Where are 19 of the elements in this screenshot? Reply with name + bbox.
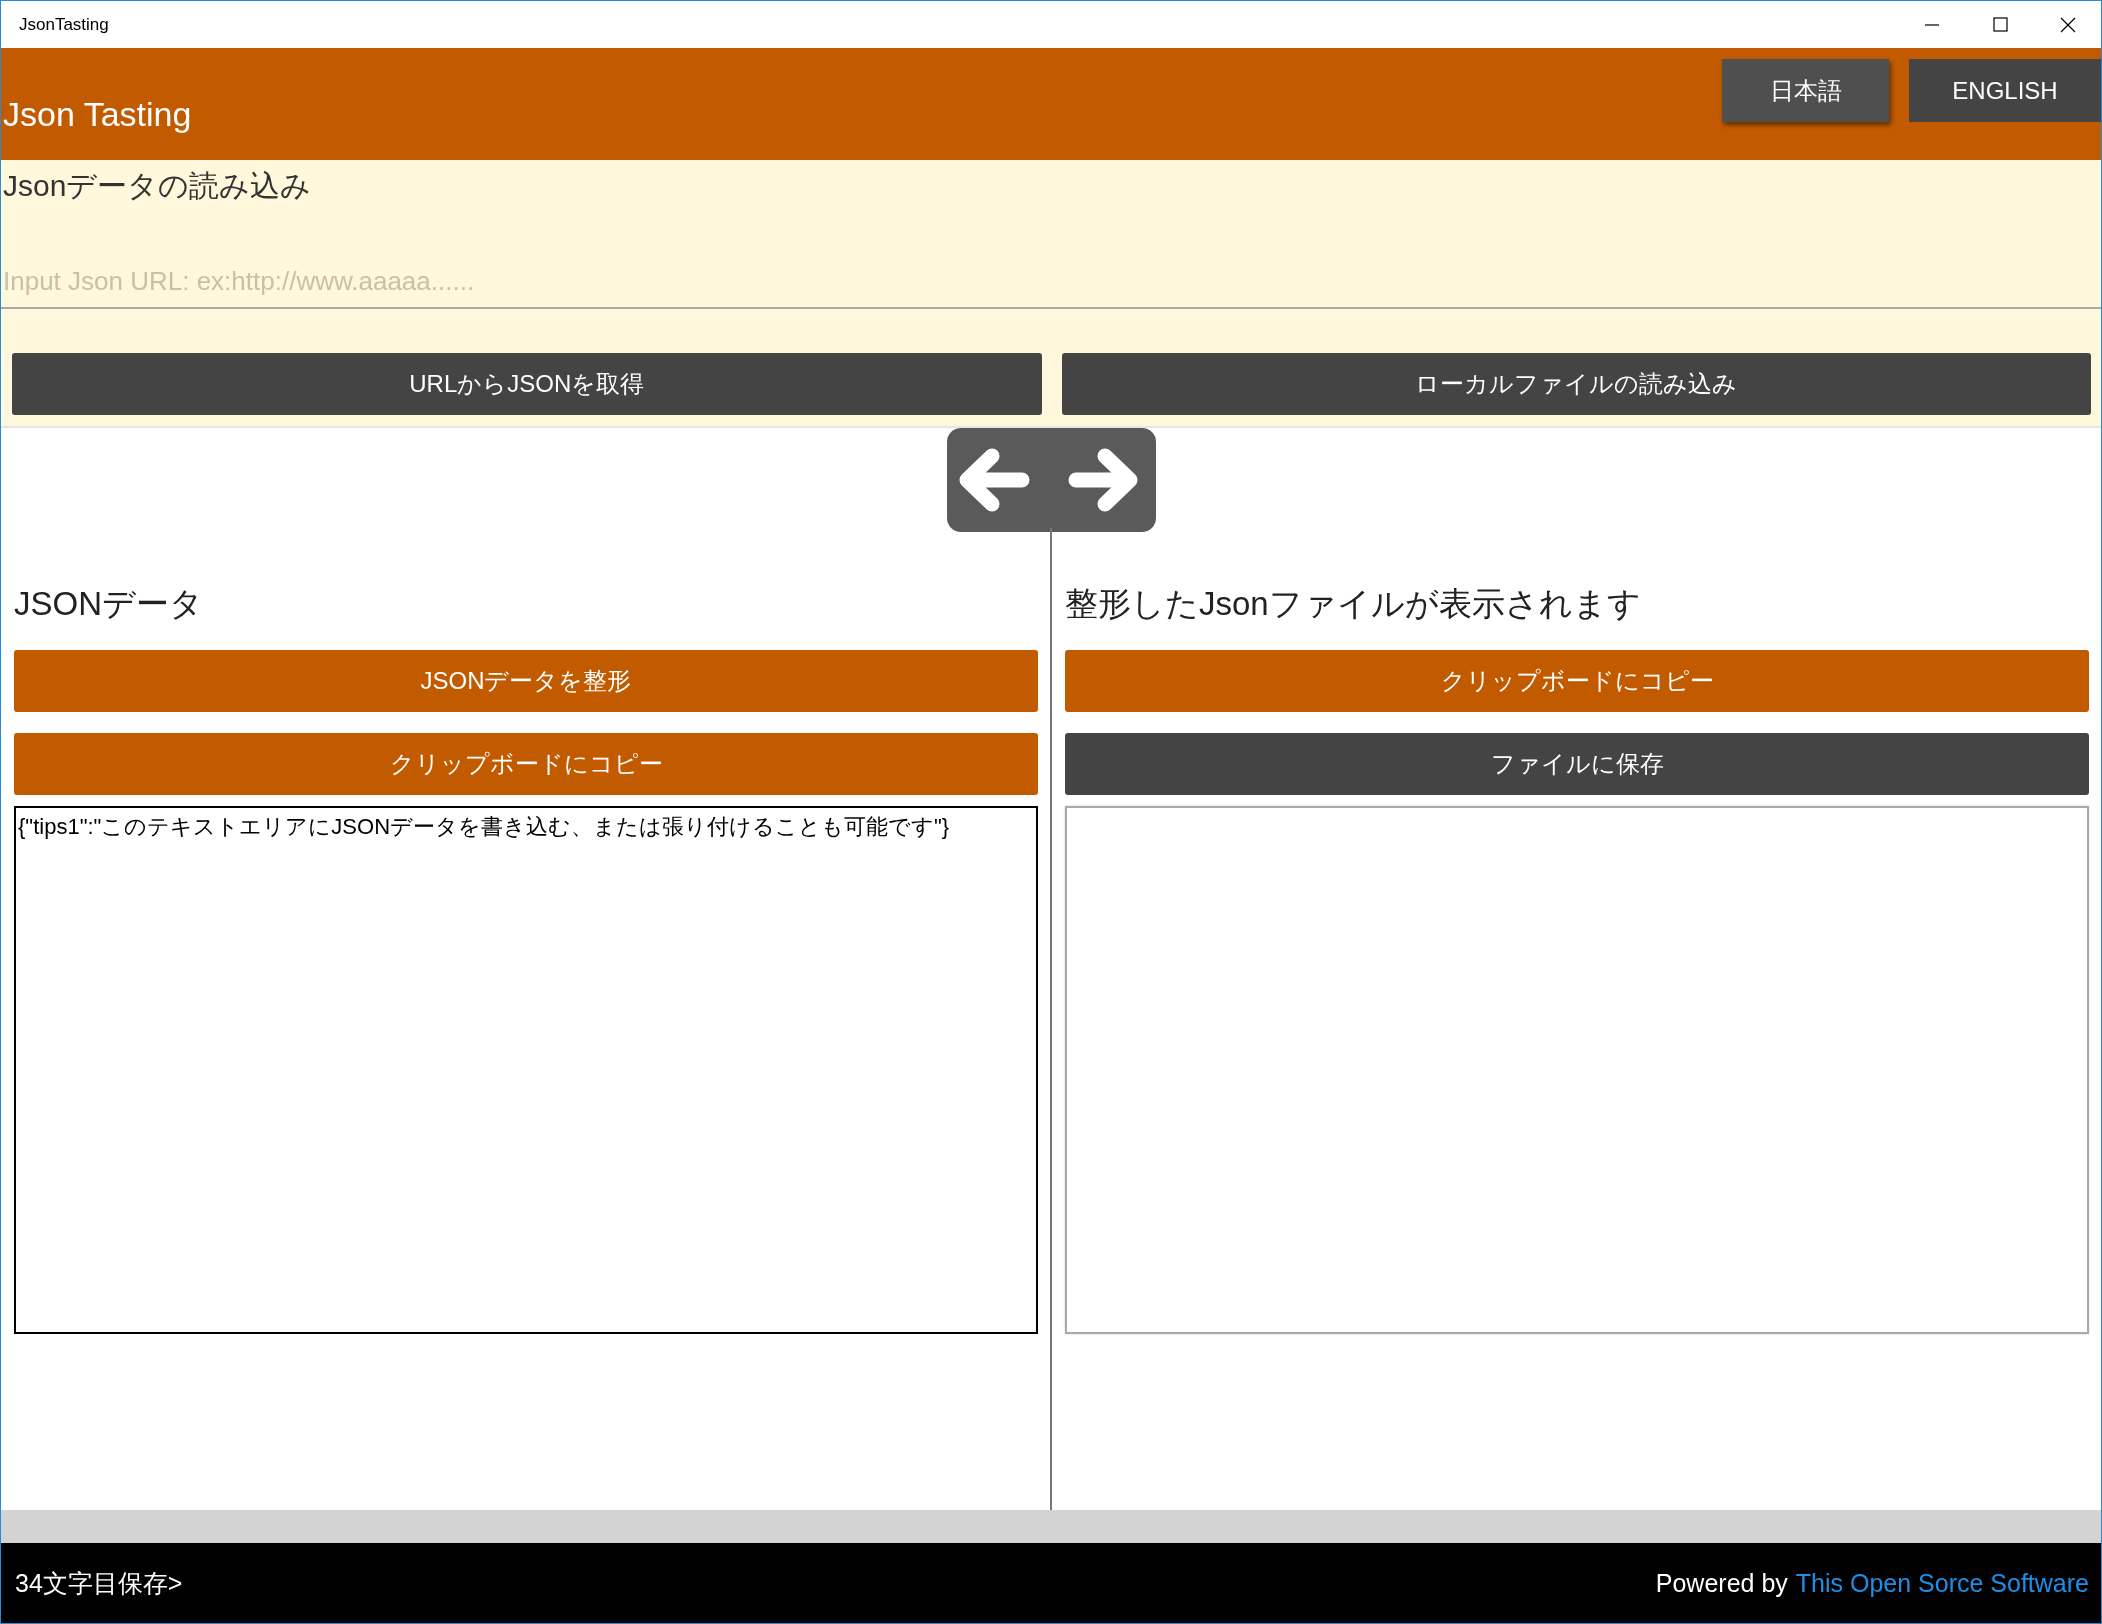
status-text: 34文字目保存> [15, 1567, 183, 1599]
section-heading: Jsonデータの読み込み [3, 168, 313, 204]
app-title: Json Tasting [3, 95, 192, 134]
language-button[interactable]: ENGLISH [1909, 59, 2101, 122]
url-text-input[interactable]: Input Json URL: ex:http://www.aaaaa...... [3, 266, 2099, 297]
json-text-area[interactable]: {"tips1":"このテキストエリアにJSONデータを書き込む、または張り付けることも可能です"} [14, 806, 1038, 1334]
credit-link[interactable]: This Open Sorce Software [1795, 1568, 2089, 1598]
action-button[interactable]: ファイルに保存 [1065, 733, 2089, 795]
pane-heading: 整形したJsonファイルが表示されます [1065, 584, 1642, 624]
action-button[interactable]: JSONデータを整形 [14, 650, 1038, 712]
action-button[interactable]: クリップボードにコピー [1065, 650, 2089, 712]
load-button[interactable]: URLからJSONを取得 [12, 353, 1042, 415]
window-title: JsonTasting [19, 14, 110, 35]
swap-arrows-button[interactable] [946, 428, 1156, 534]
language-button[interactable]: 日本語 [1722, 59, 1889, 122]
load-button[interactable]: ローカルファイルの読み込み [1061, 353, 2091, 415]
pane-heading: JSONデータ [14, 584, 204, 624]
credit-text: Powered by [1655, 1568, 1788, 1598]
action-button[interactable]: クリップボードにコピー [14, 733, 1038, 795]
